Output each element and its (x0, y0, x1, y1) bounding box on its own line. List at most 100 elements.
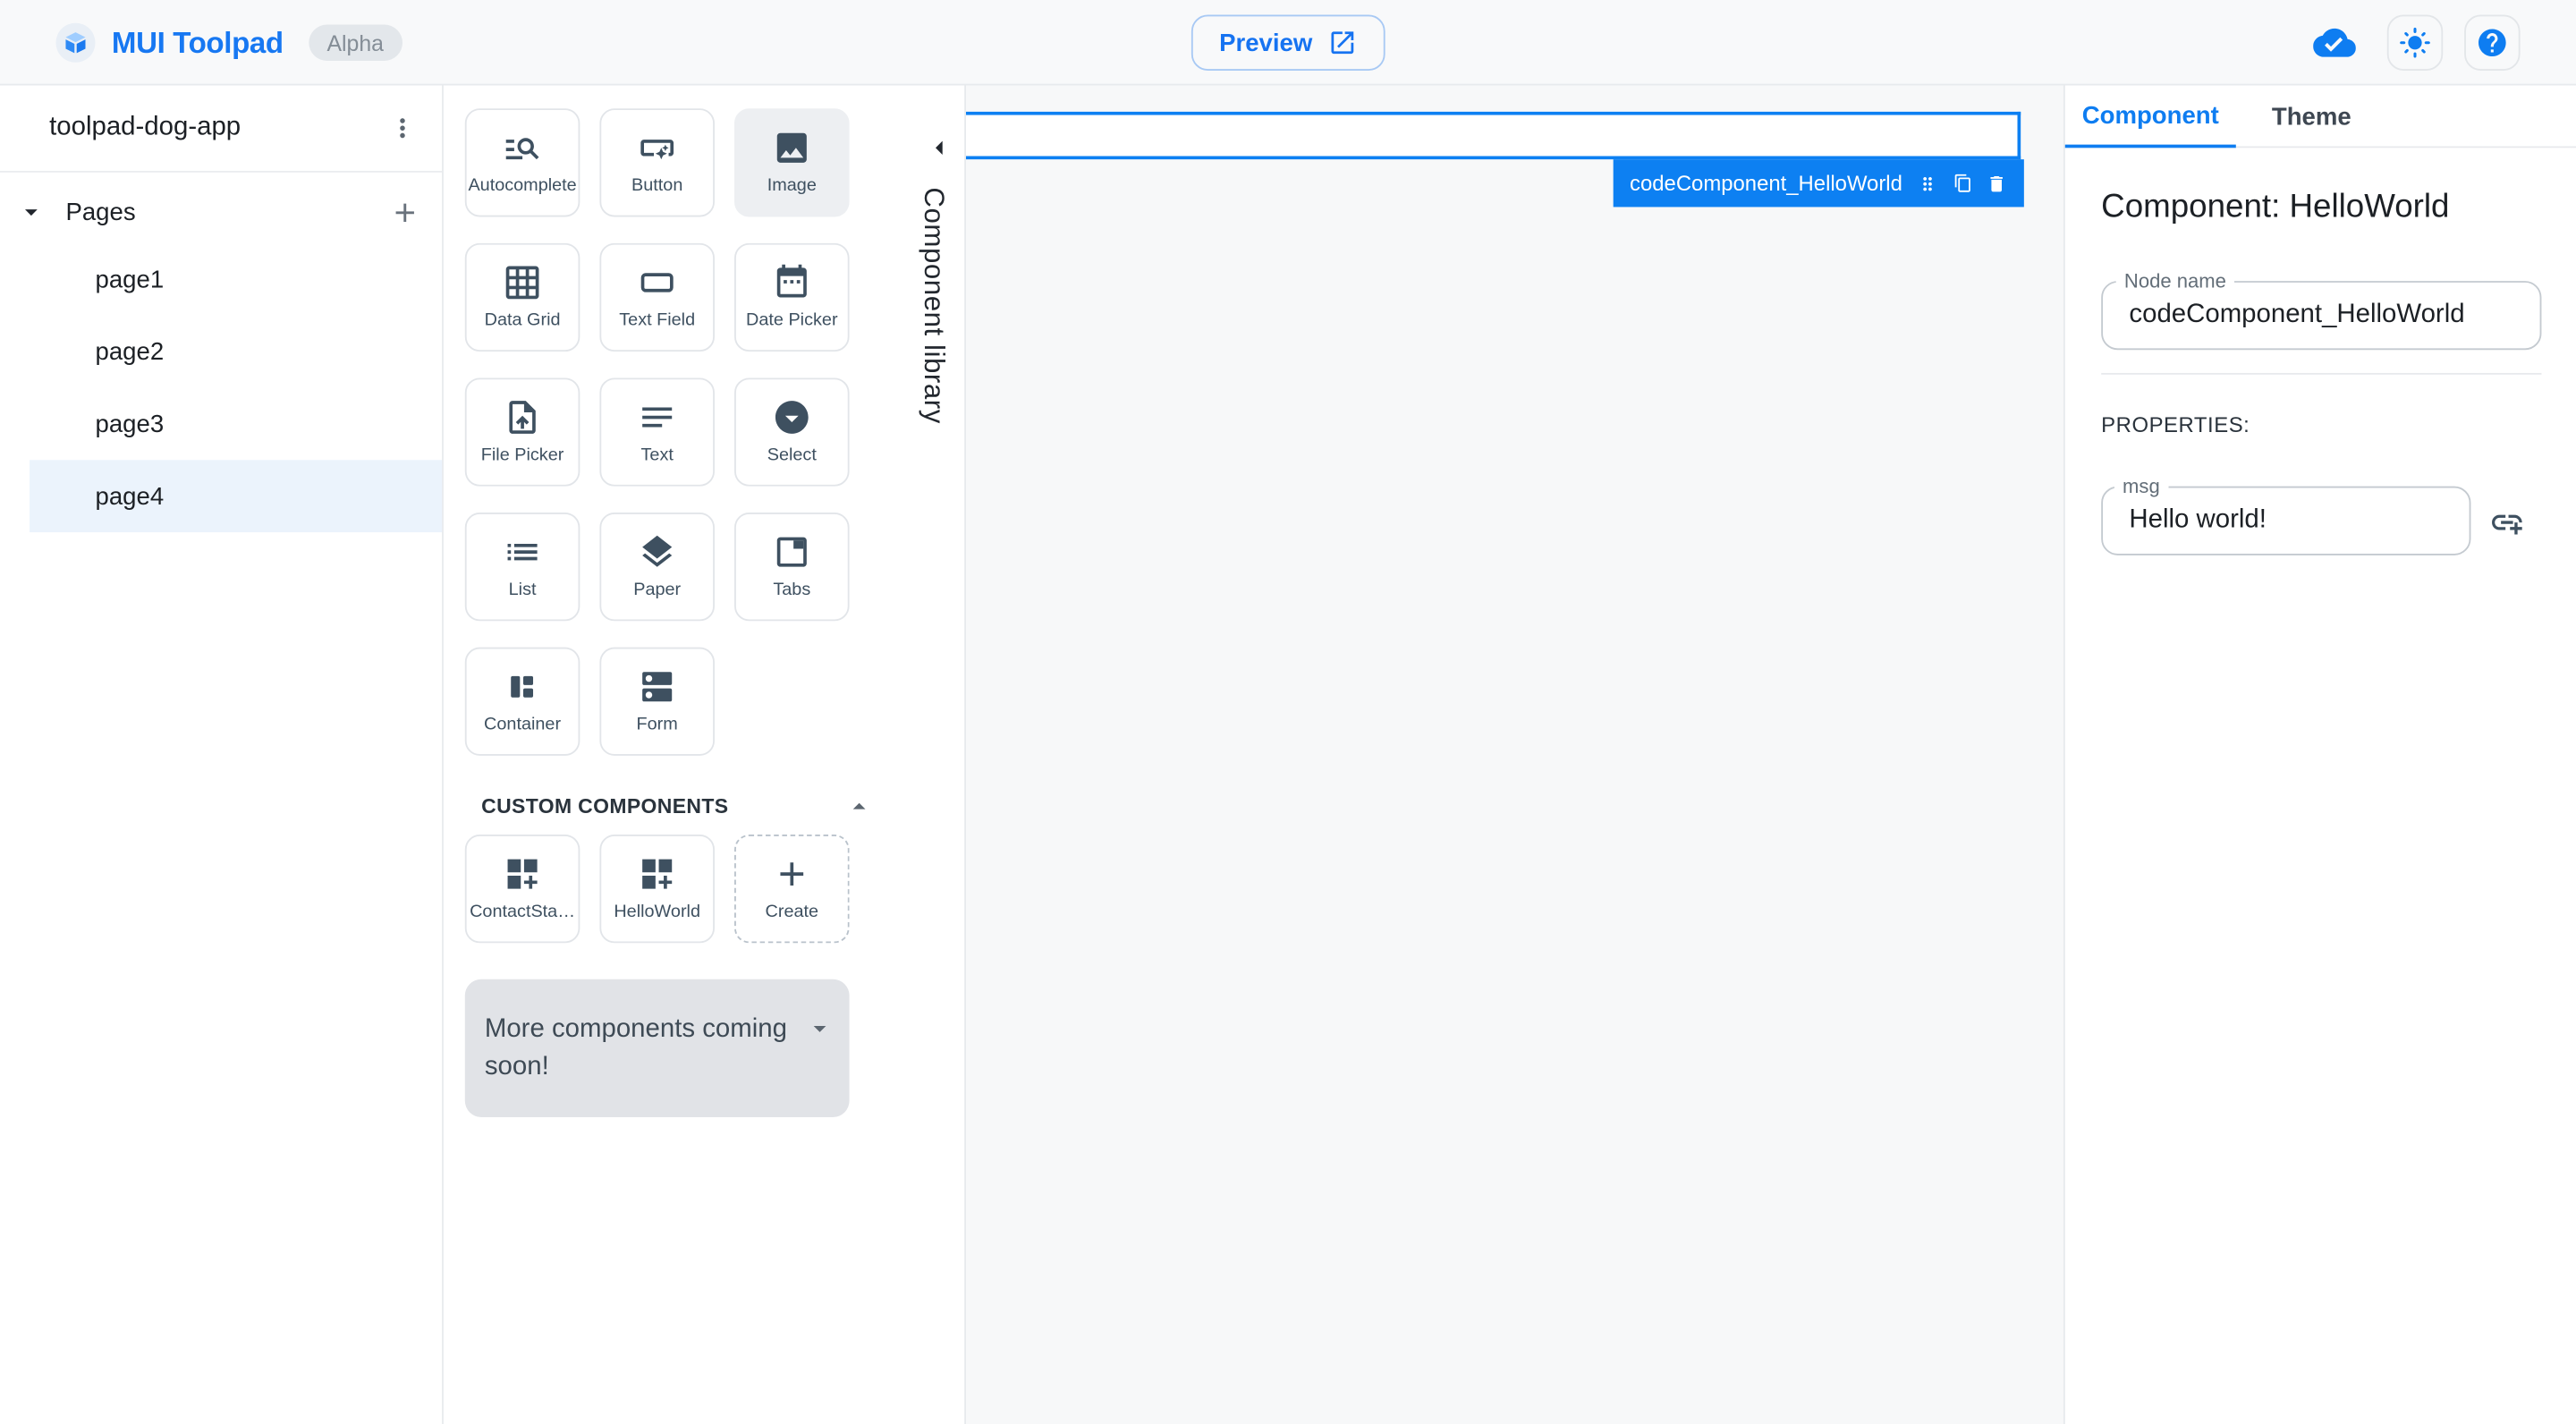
selected-node-name: codeComponent_HelloWorld (1630, 171, 1902, 196)
text-field-icon (640, 273, 674, 292)
layers-icon (642, 535, 673, 567)
component-tile-container[interactable]: Container (464, 647, 580, 756)
sidebar-item-page4[interactable]: page4 (30, 460, 443, 533)
dashboard-customize-icon (642, 859, 673, 889)
mui-toolpad-app: MUI Toolpad Alpha Preview toolpad-dog-ap… (0, 0, 2576, 1424)
upload-file-icon (509, 401, 536, 434)
sidebar-item-page2[interactable]: page2 (30, 316, 442, 388)
pages-collapse-button[interactable] (16, 197, 46, 226)
duplicate-icon[interactable] (1953, 171, 1972, 196)
container-icon (511, 675, 534, 698)
component-tile-file-picker[interactable]: File Picker (464, 377, 580, 487)
arrow-drop-down-icon (25, 209, 38, 216)
tile-label: Data Grid (484, 310, 561, 331)
plus-icon (394, 202, 414, 222)
component-tile-autocomplete[interactable]: Autocomplete (464, 108, 580, 217)
cloud-done-icon (2313, 28, 2356, 57)
project-row: toolpad-dog-app (0, 86, 443, 173)
component-tile-paper[interactable]: Paper (599, 513, 715, 622)
light-mode-icon (2400, 27, 2430, 58)
tile-label: List (508, 580, 537, 600)
component-inspector-title: Component: HelloWorld (2101, 189, 2450, 225)
create-component-tile[interactable]: Create (734, 835, 850, 944)
tile-label: Form (636, 714, 678, 735)
drag-indicator-icon[interactable] (1917, 170, 1937, 196)
pages-header: Pages (0, 182, 442, 242)
arrow-drop-down-circle-icon (775, 401, 809, 434)
delete-icon[interactable] (1987, 170, 2007, 196)
component-tile-button[interactable]: Button (599, 108, 715, 217)
add-page-button[interactable] (386, 194, 422, 230)
tab-icon (776, 537, 807, 567)
tab-label: Component (2081, 100, 2219, 130)
component-tile-contactsta[interactable]: ContactSta… (464, 835, 580, 944)
help-button[interactable] (2464, 14, 2521, 71)
toolpad-logo (55, 22, 96, 63)
alpha-badge: Alpha (309, 24, 402, 61)
component-tile-list[interactable]: List (464, 513, 580, 622)
arrow-drop-up-icon (852, 802, 866, 809)
page-item-label: page2 (95, 337, 165, 366)
sidebar-item-page1[interactable]: page1 (30, 243, 442, 316)
dns-icon (642, 672, 673, 702)
image-icon (776, 132, 807, 163)
hierarchy-sidebar: toolpad-dog-app Pages page1 page2 page3 … (0, 85, 444, 1424)
page-canvas[interactable]: codeComponent_HelloWorld (966, 85, 2063, 1424)
add-link-icon (2492, 514, 2522, 535)
component-tile-image[interactable]: Image (734, 108, 850, 217)
tile-label: Container (484, 714, 562, 735)
preview-button[interactable]: Preview (1191, 14, 1385, 71)
library-collapse-button[interactable] (920, 128, 960, 167)
screenshot-viewport: MUI Toolpad Alpha Preview toolpad-dog-ap… (0, 0, 2576, 1424)
app-title: MUI Toolpad (111, 26, 284, 60)
plus-icon (780, 862, 804, 886)
arrow-left-icon (936, 140, 943, 155)
inspector-tabs: Component Theme (2064, 86, 2576, 148)
page-item-label: page1 (95, 265, 165, 293)
custom-components-label: CUSTOM COMPONENTS (481, 794, 729, 818)
selected-component-helloworld[interactable] (966, 111, 2021, 160)
tile-label: Select (767, 445, 817, 465)
component-tile-tabs[interactable]: Tabs (734, 513, 850, 622)
app-header: MUI Toolpad Alpha Preview (0, 0, 2576, 86)
bind-property-button[interactable] (2486, 501, 2529, 544)
preview-button-label: Preview (1219, 29, 1313, 57)
sidebar-item-page3[interactable]: page3 (30, 387, 442, 460)
more-vert-icon (400, 118, 405, 139)
tile-label: Image (767, 175, 817, 196)
selection-toolbar: codeComponent_HelloWorld (1613, 159, 2024, 208)
tile-label: Tabs (773, 580, 811, 600)
help-icon (2479, 29, 2506, 57)
properties-section-label: PROPERTIES: (2101, 412, 2250, 437)
coming-soon-expand-button[interactable] (803, 1012, 836, 1045)
tile-label: File Picker (480, 445, 564, 465)
component-tile-select[interactable]: Select (734, 377, 850, 487)
coming-soon-notice: More components coming soon! (464, 979, 850, 1117)
tile-label: Button (631, 175, 683, 196)
tab-component[interactable]: Component (2064, 86, 2236, 148)
notes-icon (642, 407, 673, 428)
component-library-vertical-label: Component library (918, 187, 950, 424)
node-name-field-label: Node name (2115, 269, 2235, 292)
calendar-icon (776, 264, 807, 298)
page-item-label: page3 (95, 410, 165, 438)
component-tile-text-field[interactable]: Text Field (599, 242, 715, 352)
tile-label: HelloWorld (614, 902, 700, 922)
component-tile-data-grid[interactable]: Data Grid (464, 242, 580, 352)
component-tile-text[interactable]: Text (599, 377, 715, 487)
custom-section-collapse-button[interactable] (843, 790, 876, 823)
tile-label: Date Picker (746, 310, 838, 331)
component-tile-date-picker[interactable]: Date Picker (734, 242, 850, 352)
tab-theme[interactable]: Theme (2236, 86, 2387, 148)
header-actions (2313, 0, 2521, 86)
coming-soon-text: More components coming soon! (484, 1015, 787, 1081)
component-tile-form[interactable]: Form (599, 647, 715, 756)
project-name: toolpad-dog-app (49, 113, 242, 141)
arrow-drop-down-icon (813, 1026, 826, 1032)
tile-label: Text (640, 445, 674, 465)
dashboard-customize-icon (507, 859, 538, 889)
project-menu-button[interactable] (379, 106, 425, 151)
page-item-label: page4 (95, 482, 165, 511)
component-tile-helloworld[interactable]: HelloWorld (599, 835, 715, 944)
theme-toggle-button[interactable] (2386, 14, 2444, 71)
